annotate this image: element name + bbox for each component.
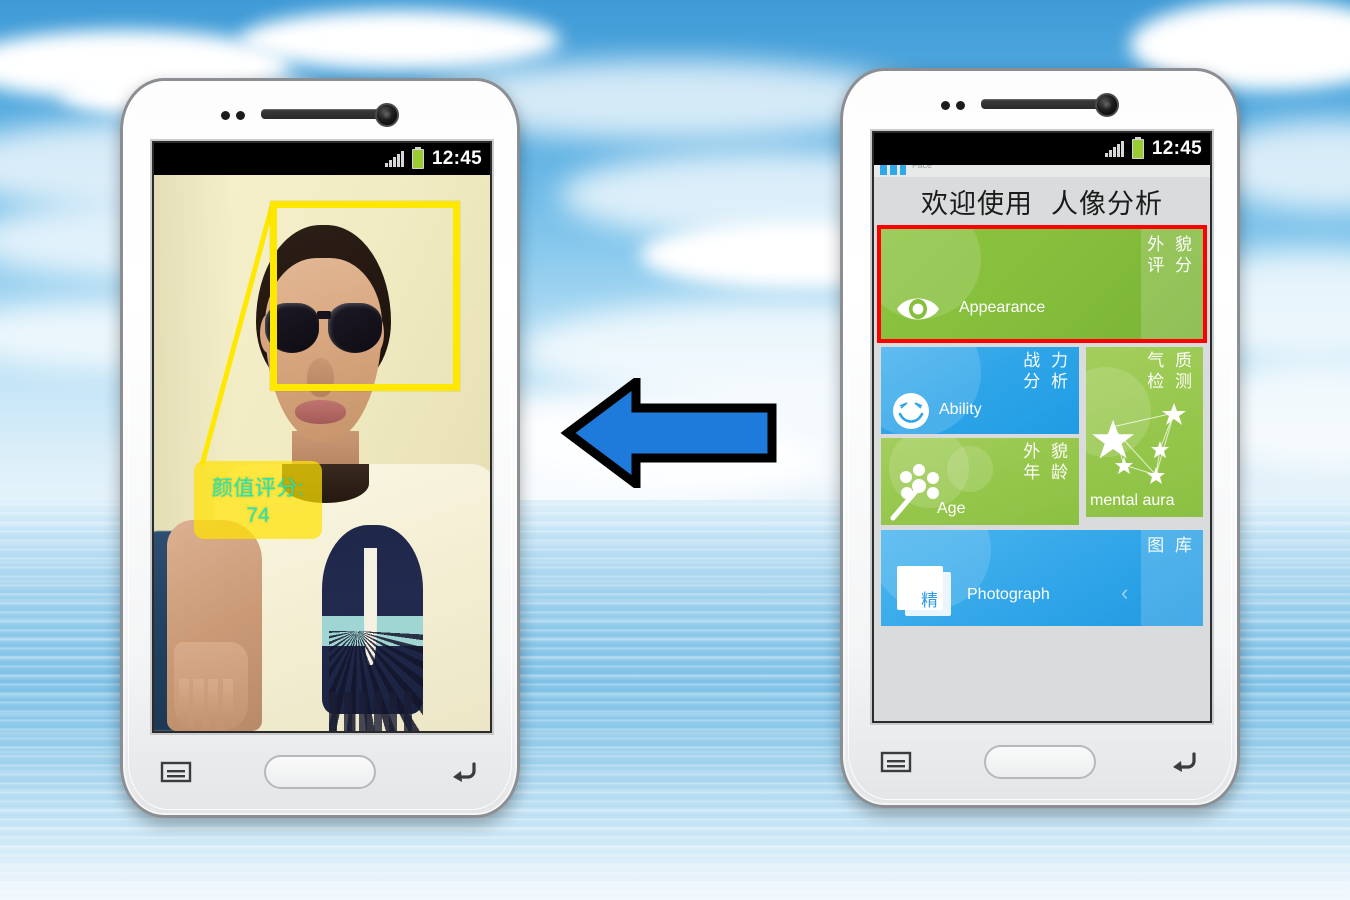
tile-ability[interactable]: 战 力 分 析 Ability: [881, 347, 1079, 434]
tile-grid: 外 貌 评 分 Appearance 战 力 分 析 Ability 气 质 检…: [874, 225, 1210, 721]
signal-bars-icon: [1104, 141, 1124, 157]
tile-photograph-label: Photograph: [967, 586, 1050, 603]
proximity-sensor-icon: [941, 101, 965, 110]
photo-shirt-graphic: [328, 692, 417, 731]
tile-ability-cn: 战 力 分 析: [1023, 351, 1071, 391]
smiley-face-icon: [893, 393, 929, 429]
earpiece-speaker: [261, 109, 385, 119]
battery-icon: [1131, 139, 1144, 159]
left-arrow-icon: [560, 378, 777, 488]
score-value: 74: [246, 504, 270, 527]
tile-age-label: Age: [937, 500, 966, 517]
front-camera-icon: [375, 103, 399, 127]
app-titlebar-remnant: Face: [874, 165, 1210, 177]
home-button[interactable]: [983, 745, 1096, 779]
tile-appearance-label: Appearance: [959, 299, 1046, 316]
tile-appearance-cn: 外 貌 评 分: [1147, 235, 1195, 275]
stars-constellation-icon: [1092, 403, 1186, 484]
cloud: [240, 10, 560, 70]
status-clock: 12:45: [431, 148, 482, 169]
eye-icon: [897, 298, 939, 320]
tile-photograph[interactable]: 图 库 精 Photograph ‹: [881, 530, 1203, 626]
face-detection-box: [270, 201, 460, 391]
left-phone-screen: 12:45 颜值评分: 74: [154, 143, 490, 731]
appearance-score-badge: 颜值评分: 74: [194, 461, 322, 539]
photo-subject-mouth: [295, 400, 346, 424]
tile-age[interactable]: 外 貌 年 龄 Age: [881, 438, 1079, 525]
menu-icon[interactable]: [879, 749, 913, 775]
battery-icon: [411, 149, 424, 169]
right-status-bar: 12:45: [874, 133, 1210, 165]
header-title-text: 人像分析: [1051, 188, 1163, 219]
tile-mental-aura-label: mental aura: [1090, 492, 1175, 509]
score-label: 颜值评分:: [211, 477, 305, 500]
tile-appearance[interactable]: 外 貌 评 分 Appearance: [881, 229, 1203, 339]
photo-stack-icon: 精: [897, 566, 953, 616]
photo-subject-hand: [174, 642, 249, 731]
app-header: 欢迎使用 人像分析: [874, 177, 1210, 225]
tile-mental-aura-cn: 气 质 检 测: [1147, 351, 1195, 391]
earpiece-speaker: [981, 99, 1105, 109]
right-phone-screen: 12:45 Face 欢迎使用 人像分析 外 貌 评 分 Appearance …: [874, 133, 1210, 721]
app-content: Face 欢迎使用 人像分析 外 貌 评 分 Appearance 战 力 分 …: [874, 165, 1210, 721]
front-camera-icon: [1095, 93, 1119, 117]
tile-mental-aura[interactable]: 气 质 检 测 mental aura: [1086, 347, 1203, 517]
status-clock: 12:45: [1151, 138, 1202, 159]
captured-photo[interactable]: 颜值评分: 74: [154, 175, 490, 731]
back-icon[interactable]: [447, 759, 481, 785]
header-welcome-text: 欢迎使用: [921, 188, 1033, 219]
right-phone-device: 12:45 Face 欢迎使用 人像分析 外 貌 评 分 Appearance …: [840, 68, 1240, 808]
proximity-sensor-icon: [221, 111, 245, 120]
right-phone-navbar: [843, 731, 1237, 793]
tile-age-cn: 外 貌 年 龄: [1023, 442, 1071, 482]
tile-photograph-cn: 图 库: [1147, 536, 1195, 555]
app-logo-icon: [880, 165, 906, 175]
signal-bars-icon: [384, 151, 404, 167]
tile-ability-label: Ability: [939, 401, 982, 418]
home-button[interactable]: [263, 755, 376, 789]
left-status-bar: 12:45: [154, 143, 490, 175]
back-icon[interactable]: [1167, 749, 1201, 775]
app-titlebar-label: Face: [912, 165, 933, 170]
chevron-left-icon: ‹: [1121, 580, 1129, 605]
menu-icon[interactable]: [159, 759, 193, 785]
left-phone-navbar: [123, 741, 517, 803]
left-phone-device: 12:45 颜值评分: 74: [120, 78, 520, 818]
screenshot-stage: 12:45 颜值评分: 74 12:45 Face 欢迎使用 人像分析 外 貌 …: [0, 0, 1350, 900]
